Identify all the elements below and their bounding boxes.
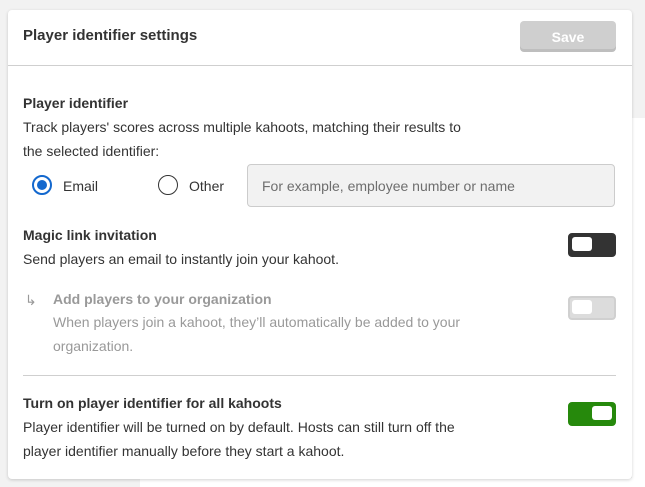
add-to-org-title: Add players to your organization: [53, 291, 272, 307]
other-radio[interactable]: [158, 175, 178, 195]
other-identifier-input[interactable]: [247, 164, 615, 207]
email-radio[interactable]: [32, 175, 52, 195]
card-title: Player identifier settings: [23, 27, 198, 44]
toggle-knob: [572, 300, 592, 314]
toggle-knob: [572, 237, 592, 251]
all-kahoots-toggle[interactable]: [568, 402, 616, 426]
all-kahoots-title: Turn on player identifier for all kahoot…: [23, 395, 282, 411]
section-divider: [23, 375, 616, 376]
player-identifier-description-line1: Track players' scores across multiple ka…: [23, 119, 461, 135]
player-identifier-settings-card: Player identifier settings Save Player i…: [8, 10, 632, 479]
all-kahoots-description-line1: Player identifier will be turned on by d…: [23, 419, 455, 435]
add-to-org-toggle[interactable]: [568, 296, 616, 320]
save-button[interactable]: Save: [520, 21, 616, 52]
player-identifier-description-line2: the selected identifier:: [23, 143, 160, 159]
add-to-org-description-line2: organization.: [53, 338, 134, 354]
magic-link-toggle[interactable]: [568, 233, 616, 257]
add-to-org-description-line1: When players join a kahoot, they’ll auto…: [53, 314, 461, 330]
toggle-knob: [592, 406, 612, 420]
background-panel-bottom: [140, 478, 645, 487]
email-radio-label[interactable]: Email: [63, 178, 98, 194]
player-identifier-title: Player identifier: [23, 95, 129, 111]
magic-link-description: Send players an email to instantly join …: [23, 251, 339, 267]
subdirectory-arrow-icon: ↳: [25, 292, 37, 308]
magic-link-title: Magic link invitation: [23, 227, 157, 243]
background-panel: [632, 118, 645, 487]
card-header: Player identifier settings Save: [8, 10, 632, 66]
all-kahoots-description-line2: player identifier manually before they s…: [23, 443, 345, 459]
other-radio-label[interactable]: Other: [189, 178, 224, 194]
